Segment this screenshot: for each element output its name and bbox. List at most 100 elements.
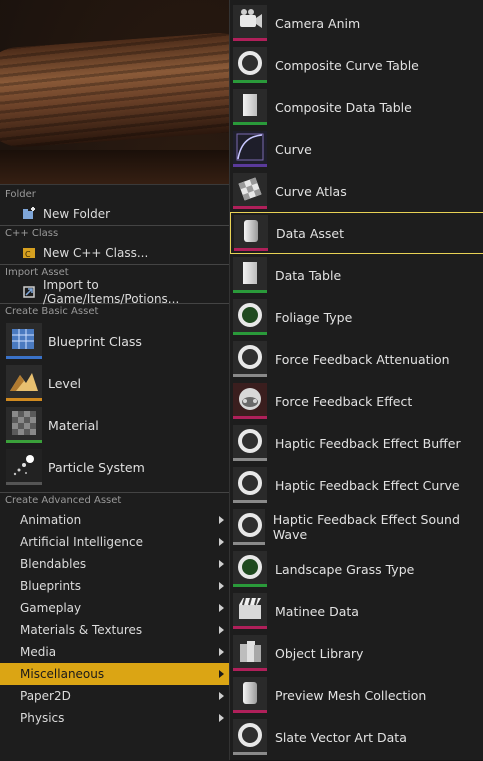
chevron-right-icon <box>219 604 224 612</box>
wooden-log <box>0 30 264 150</box>
category-label: Animation <box>20 513 82 527</box>
add-new-context-menu: Folder New Folder C++ Class C New C++ Cl… <box>0 184 230 761</box>
particle-system-label: Particle System <box>48 459 145 475</box>
data-table-icon <box>233 257 267 293</box>
asset-label: Camera Anim <box>275 15 361 31</box>
landscape-grass-type-icon <box>233 551 267 587</box>
asset-landscape-grass-type[interactable]: Landscape Grass Type <box>230 548 483 590</box>
category-label: Media <box>20 645 57 659</box>
cpp-class-icon: C <box>22 246 36 260</box>
asset-camera-anim[interactable]: Camera Anim <box>230 2 483 44</box>
asset-haptic-feedback-effect-sound-wave[interactable]: Haptic Feedback Effect Sound Wave <box>230 506 483 548</box>
asset-data-table[interactable]: Data Table <box>230 254 483 296</box>
curve-icon <box>233 131 267 167</box>
category-paper2d[interactable]: Paper2D <box>0 685 230 707</box>
asset-preview-mesh-collection[interactable]: Preview Mesh Collection <box>230 674 483 716</box>
asset-label: Curve Atlas <box>275 183 347 199</box>
category-media[interactable]: Media <box>0 641 230 663</box>
composite-data-table-icon <box>233 89 267 125</box>
category-blueprints[interactable]: Blueprints <box>0 575 230 597</box>
asset-label: Data Table <box>275 267 342 283</box>
asset-composite-data-table[interactable]: Composite Data Table <box>230 86 483 128</box>
new-cpp-class-label: New C++ Class... <box>43 246 149 260</box>
cylinder-shape <box>243 682 257 704</box>
asset-haptic-feedback-effect-buffer[interactable]: Haptic Feedback Effect Buffer <box>230 422 483 464</box>
foliage-type-icon <box>233 299 267 335</box>
asset-label: Haptic Feedback Effect Sound Wave <box>272 512 460 542</box>
ring-shape <box>238 555 262 579</box>
asset-force-feedback-attenuation[interactable]: Force Feedback Attenuation <box>230 338 483 380</box>
asset-curve[interactable]: Curve <box>230 128 483 170</box>
category-materials-textures[interactable]: Materials & Textures <box>0 619 230 641</box>
section-folder-header: Folder <box>5 189 36 200</box>
level-item[interactable]: Level <box>0 362 230 404</box>
haptic-feedback-buffer-icon <box>233 425 267 461</box>
slate-vector-art-data-icon <box>233 719 267 755</box>
asset-foliage-type[interactable]: Foliage Type <box>230 296 483 338</box>
asset-force-feedback-effect[interactable]: Force Feedback Effect <box>230 380 483 422</box>
category-label: Miscellaneous <box>20 667 105 681</box>
import-to-label: Import to /Game/Items/Potions... <box>43 278 180 306</box>
asset-label: Slate Vector Art Data <box>275 729 407 745</box>
chevron-right-icon <box>219 538 224 546</box>
category-miscellaneous[interactable]: Miscellaneous <box>0 663 230 685</box>
asset-curve-atlas[interactable]: Curve Atlas <box>230 170 483 212</box>
material-item[interactable]: Material <box>0 404 230 446</box>
cylinder-shape <box>244 220 258 242</box>
asset-haptic-feedback-effect-curve[interactable]: Haptic Feedback Effect Curve <box>230 464 483 506</box>
particle-system-item[interactable]: Particle System <box>0 446 230 488</box>
matinee-data-icon <box>233 593 267 629</box>
chevron-right-icon <box>219 582 224 590</box>
chevron-right-icon <box>219 626 224 634</box>
asset-matinee-data[interactable]: Matinee Data <box>230 590 483 632</box>
new-folder-label: New Folder <box>43 207 111 221</box>
asset-composite-curve-table[interactable]: Composite Curve Table <box>230 44 483 86</box>
asset-label: Landscape Grass Type <box>275 561 415 577</box>
category-label: Blendables <box>20 557 87 571</box>
asset-label: Preview Mesh Collection <box>275 687 427 703</box>
asset-object-library[interactable]: Object Library <box>230 632 483 674</box>
new-cpp-class-item[interactable]: C New C++ Class... <box>0 242 230 264</box>
force-feedback-attenuation-icon <box>233 341 267 377</box>
category-label: Blueprints <box>20 579 82 593</box>
ring-shape <box>238 429 262 453</box>
asset-label: Composite Data Table <box>275 99 412 115</box>
section-create-advanced-asset-header: Create Advanced Asset <box>0 492 230 509</box>
ring-shape <box>238 723 262 747</box>
composite-curve-table-icon <box>233 47 267 83</box>
data-asset-icon <box>234 215 268 251</box>
preview-mesh-collection-icon <box>233 677 267 713</box>
asset-label: Foliage Type <box>275 309 353 325</box>
import-to-item[interactable]: Import to /Game/Items/Potions... <box>0 278 230 306</box>
miscellaneous-submenu: Camera Anim Composite Curve Table Compos… <box>229 0 483 760</box>
chevron-right-icon <box>219 714 224 722</box>
material-icon <box>6 407 42 443</box>
section-cpp-class-header: C++ Class <box>0 225 230 242</box>
asset-label: Force Feedback Attenuation <box>275 351 450 367</box>
asset-label: Data Asset <box>276 225 344 241</box>
category-label: Artificial Intelligence <box>20 535 143 549</box>
document-shape <box>243 262 257 284</box>
asset-data-asset[interactable]: Data Asset <box>230 212 483 254</box>
import-icon <box>22 285 36 299</box>
ring-shape <box>238 513 262 537</box>
asset-slate-vector-art-data[interactable]: Slate Vector Art Data <box>230 716 483 758</box>
camera-anim-icon <box>233 5 267 41</box>
category-physics[interactable]: Physics <box>0 707 230 729</box>
chevron-right-icon <box>219 516 224 524</box>
category-animation[interactable]: Animation <box>0 509 230 531</box>
level-label: Level <box>48 375 81 391</box>
blueprint-class-item[interactable]: Blueprint Class <box>0 320 230 362</box>
haptic-feedback-sound-wave-icon <box>233 509 265 545</box>
category-artificial-intelligence[interactable]: Artificial Intelligence <box>0 531 230 553</box>
category-blendables[interactable]: Blendables <box>0 553 230 575</box>
chevron-right-icon <box>219 692 224 700</box>
asset-label: Force Feedback Effect <box>275 393 413 409</box>
new-folder-item[interactable]: New Folder <box>0 203 230 225</box>
category-gameplay[interactable]: Gameplay <box>0 597 230 619</box>
asset-label: Haptic Feedback Effect Curve <box>275 477 460 493</box>
document-shape <box>243 94 257 116</box>
material-label: Material <box>48 417 99 433</box>
chevron-right-icon <box>219 648 224 656</box>
curve-atlas-icon <box>233 173 267 209</box>
